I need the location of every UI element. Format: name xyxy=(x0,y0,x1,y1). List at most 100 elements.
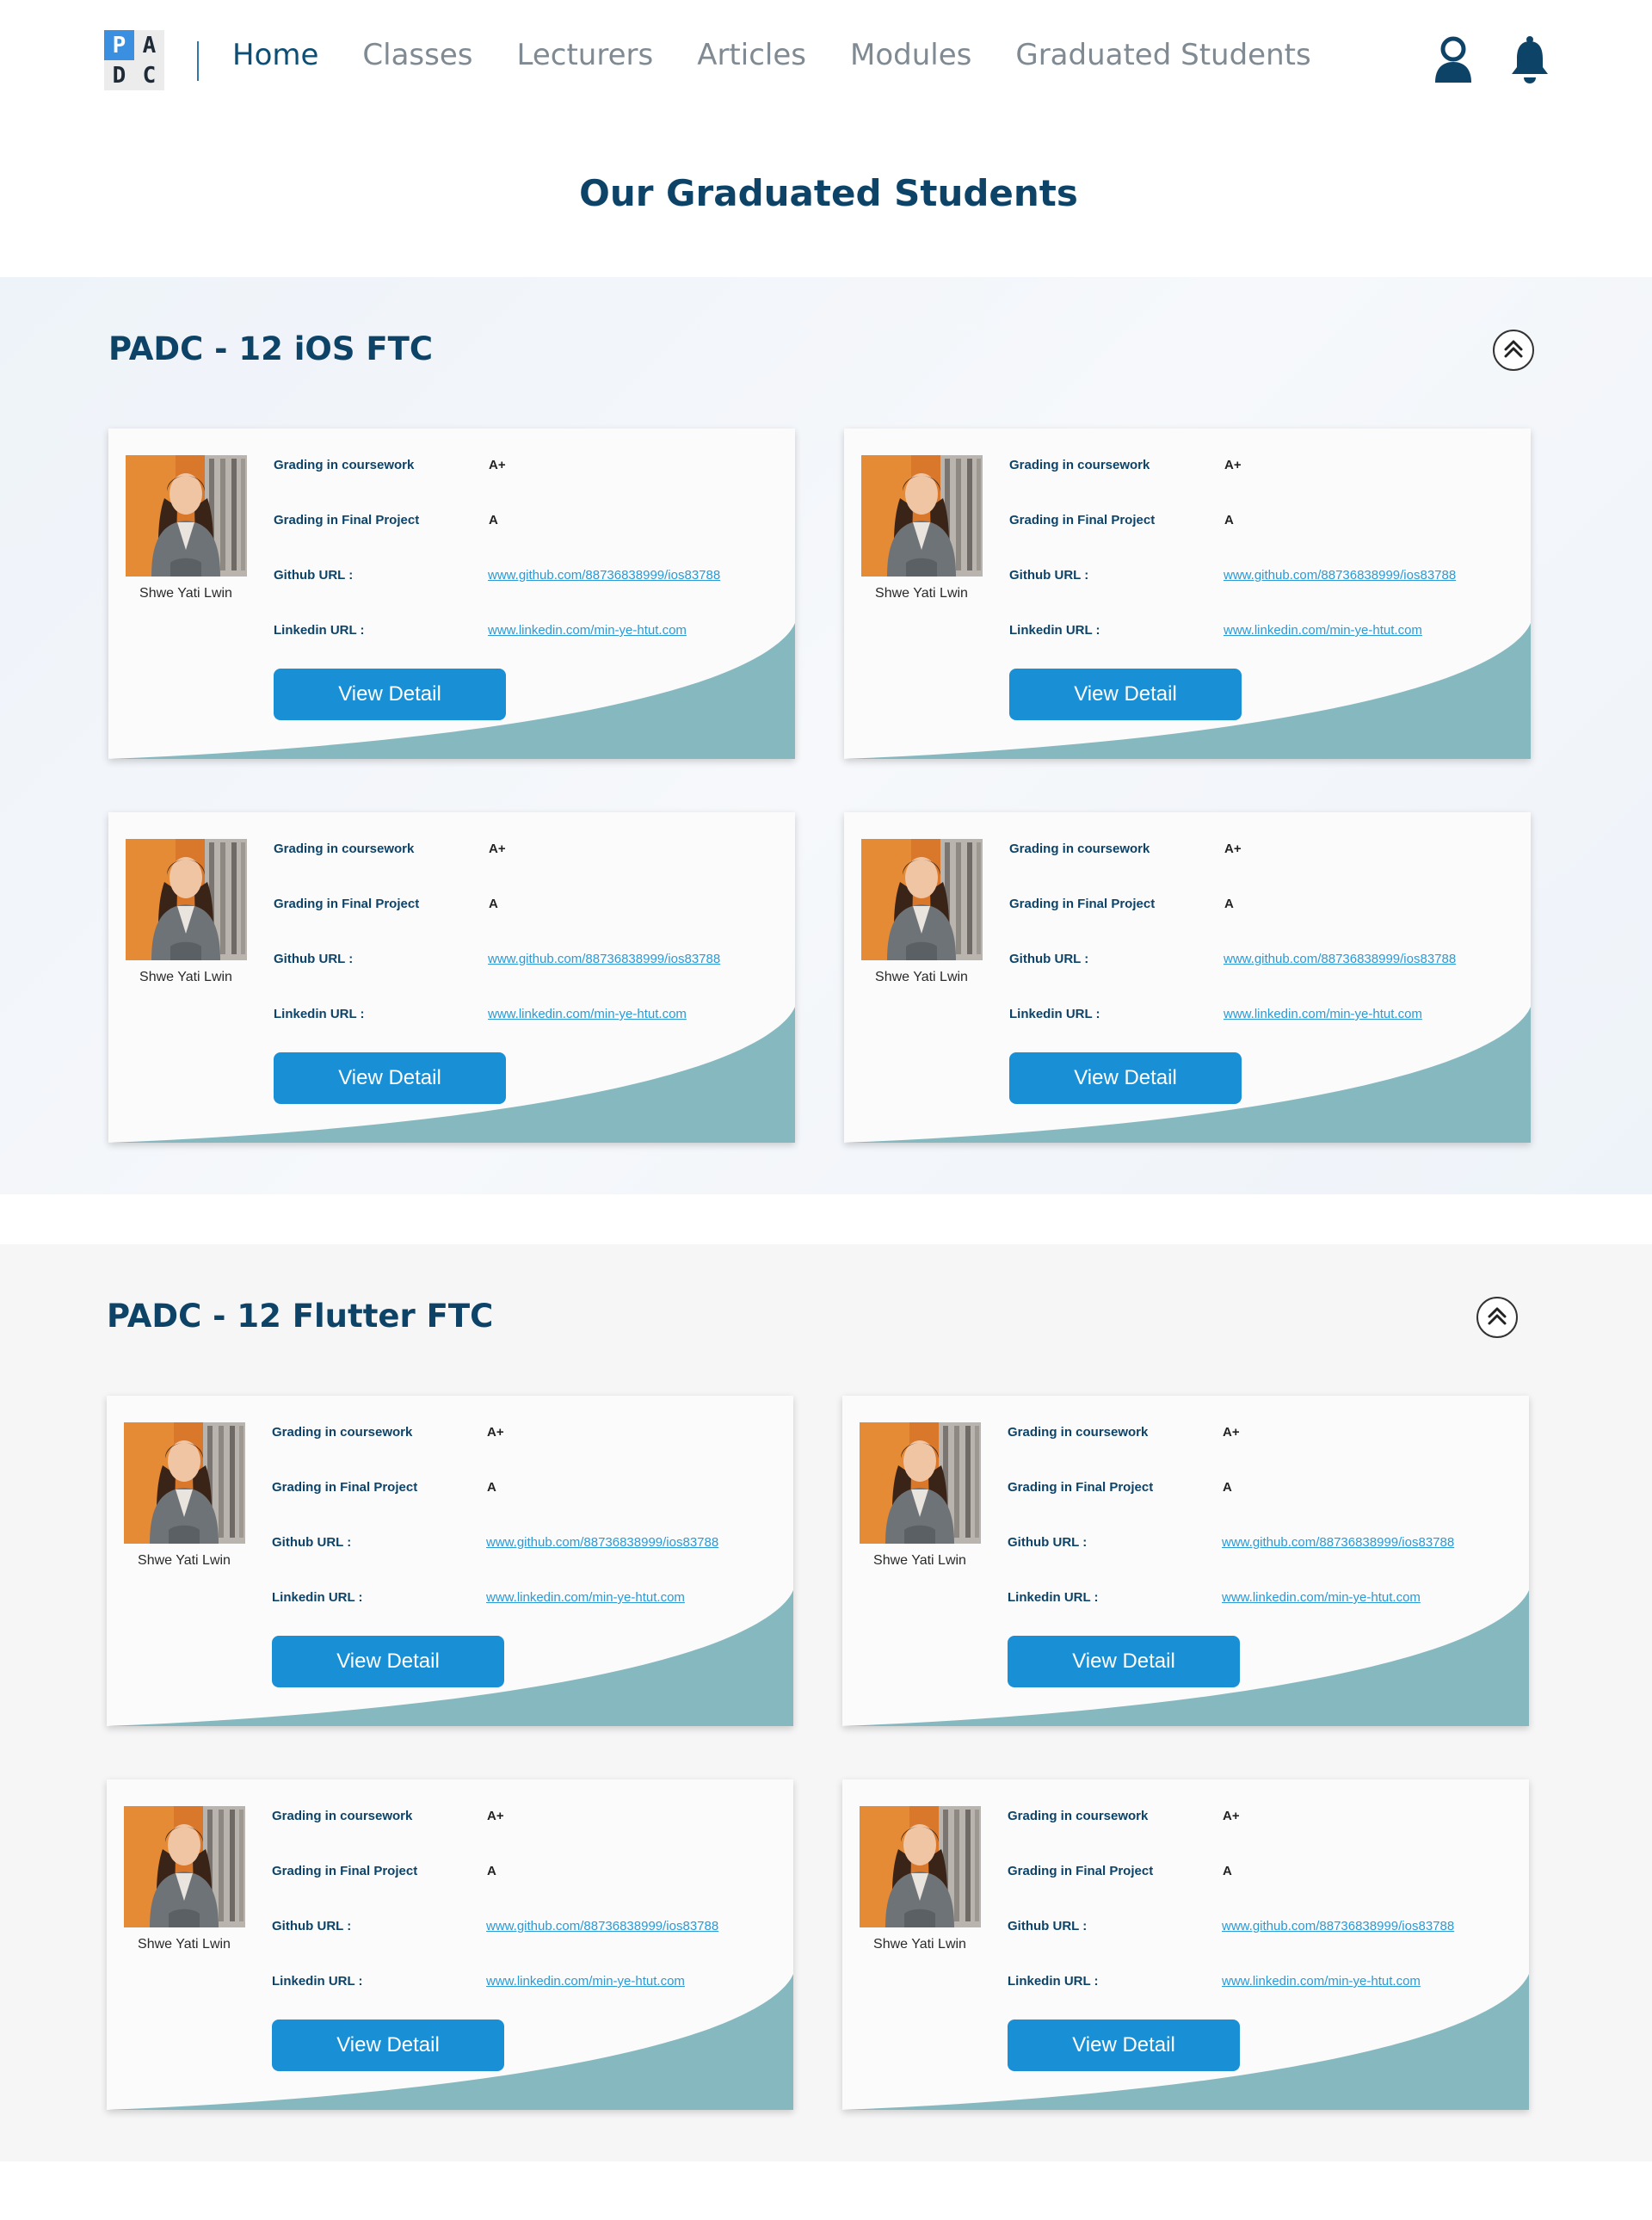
view-detail-button[interactable]: View Detail xyxy=(272,2020,504,2071)
collapse-section-button[interactable] xyxy=(1476,1297,1518,1338)
github-link[interactable]: www.github.com/88736838999/ios83788 xyxy=(486,1919,718,1933)
page: P A D C Home Classes Lecturers Articles … xyxy=(0,0,1652,2220)
linkedin-link[interactable]: www.linkedin.com/min-ye-htut.com xyxy=(1222,1974,1421,1989)
nav-graduated-students[interactable]: Graduated Students xyxy=(1015,38,1310,72)
final-project-grade: A xyxy=(489,513,498,527)
github-label: Github URL : xyxy=(272,1919,352,1933)
logo-letter: D xyxy=(112,62,126,89)
view-detail-button[interactable]: View Detail xyxy=(1009,1052,1242,1104)
coursework-label: Grading in coursework xyxy=(1009,458,1150,472)
student-name: Shwe Yati Lwin xyxy=(873,1553,966,1568)
linkedin-link[interactable]: www.linkedin.com/min-ye-htut.com xyxy=(1224,1007,1422,1021)
github-link[interactable]: www.github.com/88736838999/ios83788 xyxy=(1224,568,1456,583)
student-card: Shwe Yati Lwin Grading in coursework A+ … xyxy=(108,812,795,1143)
github-label: Github URL : xyxy=(272,1535,352,1550)
student-name: Shwe Yati Lwin xyxy=(138,1937,231,1952)
final-project-label: Grading in Final Project xyxy=(1008,1864,1154,1878)
coursework-grade: A+ xyxy=(1224,458,1242,472)
student-name: Shwe Yati Lwin xyxy=(138,1553,231,1568)
student-photo xyxy=(860,1806,981,1927)
student-card: Shwe Yati Lwin Grading in coursework A+ … xyxy=(844,812,1531,1143)
user-icon[interactable] xyxy=(1432,34,1475,86)
student-photo xyxy=(124,1422,245,1544)
final-project-grade: A xyxy=(1224,513,1234,527)
student-card: Shwe Yati Lwin Grading in coursework A+ … xyxy=(844,429,1531,759)
github-label: Github URL : xyxy=(1009,568,1089,583)
linkedin-label: Linkedin URL : xyxy=(272,1590,363,1605)
linkedin-label: Linkedin URL : xyxy=(1008,1974,1099,1989)
linkedin-link[interactable]: www.linkedin.com/min-ye-htut.com xyxy=(1224,623,1422,638)
final-project-label: Grading in Final Project xyxy=(272,1864,418,1878)
student-card: Shwe Yati Lwin Grading in coursework A+ … xyxy=(842,1396,1529,1726)
final-project-grade: A xyxy=(1223,1864,1232,1878)
final-project-grade: A xyxy=(487,1864,496,1878)
coursework-grade: A+ xyxy=(1224,842,1242,856)
student-card: Shwe Yati Lwin Grading in coursework A+ … xyxy=(107,1779,793,2110)
linkedin-link[interactable]: www.linkedin.com/min-ye-htut.com xyxy=(488,1007,687,1021)
linkedin-label: Linkedin URL : xyxy=(272,1974,363,1989)
view-detail-button[interactable]: View Detail xyxy=(1008,2020,1240,2071)
final-project-label: Grading in Final Project xyxy=(1008,1480,1154,1495)
final-project-grade: A xyxy=(1224,897,1234,911)
coursework-label: Grading in coursework xyxy=(274,842,415,856)
final-project-label: Grading in Final Project xyxy=(1009,897,1156,911)
coursework-grade: A+ xyxy=(1223,1809,1240,1823)
collapse-section-button[interactable] xyxy=(1493,330,1534,371)
github-link[interactable]: www.github.com/88736838999/ios83788 xyxy=(1224,952,1456,966)
bell-icon[interactable] xyxy=(1509,34,1550,84)
nav-articles[interactable]: Articles xyxy=(697,38,806,72)
graduate-section: PADC - 12 iOS FTC Shwe Yati Lwin Grading… xyxy=(0,277,1652,1194)
student-name: Shwe Yati Lwin xyxy=(875,970,968,984)
github-link[interactable]: www.github.com/88736838999/ios83788 xyxy=(488,952,720,966)
github-link[interactable]: www.github.com/88736838999/ios83788 xyxy=(1222,1535,1454,1550)
coursework-label: Grading in coursework xyxy=(1009,842,1150,856)
github-label: Github URL : xyxy=(1008,1535,1088,1550)
section-title: PADC - 12 iOS FTC xyxy=(108,330,434,367)
coursework-label: Grading in coursework xyxy=(1008,1809,1149,1823)
linkedin-link[interactable]: www.linkedin.com/min-ye-htut.com xyxy=(1222,1590,1421,1605)
student-name: Shwe Yati Lwin xyxy=(873,1937,966,1952)
student-photo xyxy=(124,1806,245,1927)
padc-logo[interactable]: P A D C xyxy=(104,30,164,90)
coursework-grade: A+ xyxy=(489,458,506,472)
double-chevron-up-icon xyxy=(1501,336,1526,366)
linkedin-link[interactable]: www.linkedin.com/min-ye-htut.com xyxy=(486,1974,685,1989)
view-detail-button[interactable]: View Detail xyxy=(1009,669,1242,720)
coursework-label: Grading in coursework xyxy=(274,458,415,472)
graduate-section: PADC - 12 Flutter FTC Shwe Yati Lwin Gra… xyxy=(0,1244,1652,2161)
linkedin-label: Linkedin URL : xyxy=(1009,1007,1100,1021)
main-nav: Home Classes Lecturers Articles Modules … xyxy=(232,38,1355,72)
linkedin-label: Linkedin URL : xyxy=(274,623,365,638)
github-link[interactable]: www.github.com/88736838999/ios83788 xyxy=(488,568,720,583)
github-link[interactable]: www.github.com/88736838999/ios83788 xyxy=(486,1535,718,1550)
nav-lecturers[interactable]: Lecturers xyxy=(517,38,654,72)
student-photo xyxy=(860,1422,981,1544)
nav-home[interactable]: Home xyxy=(232,38,318,72)
coursework-grade: A+ xyxy=(489,842,506,856)
view-detail-button[interactable]: View Detail xyxy=(274,669,506,720)
top-navbar: P A D C Home Classes Lecturers Articles … xyxy=(0,0,1652,120)
linkedin-label: Linkedin URL : xyxy=(1009,623,1100,638)
coursework-label: Grading in coursework xyxy=(272,1425,413,1440)
logo-divider xyxy=(197,41,199,81)
student-name: Shwe Yati Lwin xyxy=(139,970,232,984)
linkedin-label: Linkedin URL : xyxy=(274,1007,365,1021)
linkedin-link[interactable]: www.linkedin.com/min-ye-htut.com xyxy=(486,1590,685,1605)
nav-classes[interactable]: Classes xyxy=(362,38,472,72)
nav-modules[interactable]: Modules xyxy=(850,38,971,72)
student-name: Shwe Yati Lwin xyxy=(139,586,232,601)
logo-letter: P xyxy=(104,30,134,60)
coursework-grade: A+ xyxy=(487,1809,504,1823)
github-link[interactable]: www.github.com/88736838999/ios83788 xyxy=(1222,1919,1454,1933)
final-project-grade: A xyxy=(489,897,498,911)
view-detail-button[interactable]: View Detail xyxy=(272,1636,504,1687)
github-label: Github URL : xyxy=(274,568,354,583)
coursework-label: Grading in coursework xyxy=(1008,1425,1149,1440)
linkedin-link[interactable]: www.linkedin.com/min-ye-htut.com xyxy=(488,623,687,638)
view-detail-button[interactable]: View Detail xyxy=(274,1052,506,1104)
github-label: Github URL : xyxy=(1008,1919,1088,1933)
final-project-grade: A xyxy=(487,1480,496,1495)
view-detail-button[interactable]: View Detail xyxy=(1008,1636,1240,1687)
logo-letter: C xyxy=(142,62,157,89)
student-photo xyxy=(126,839,247,960)
